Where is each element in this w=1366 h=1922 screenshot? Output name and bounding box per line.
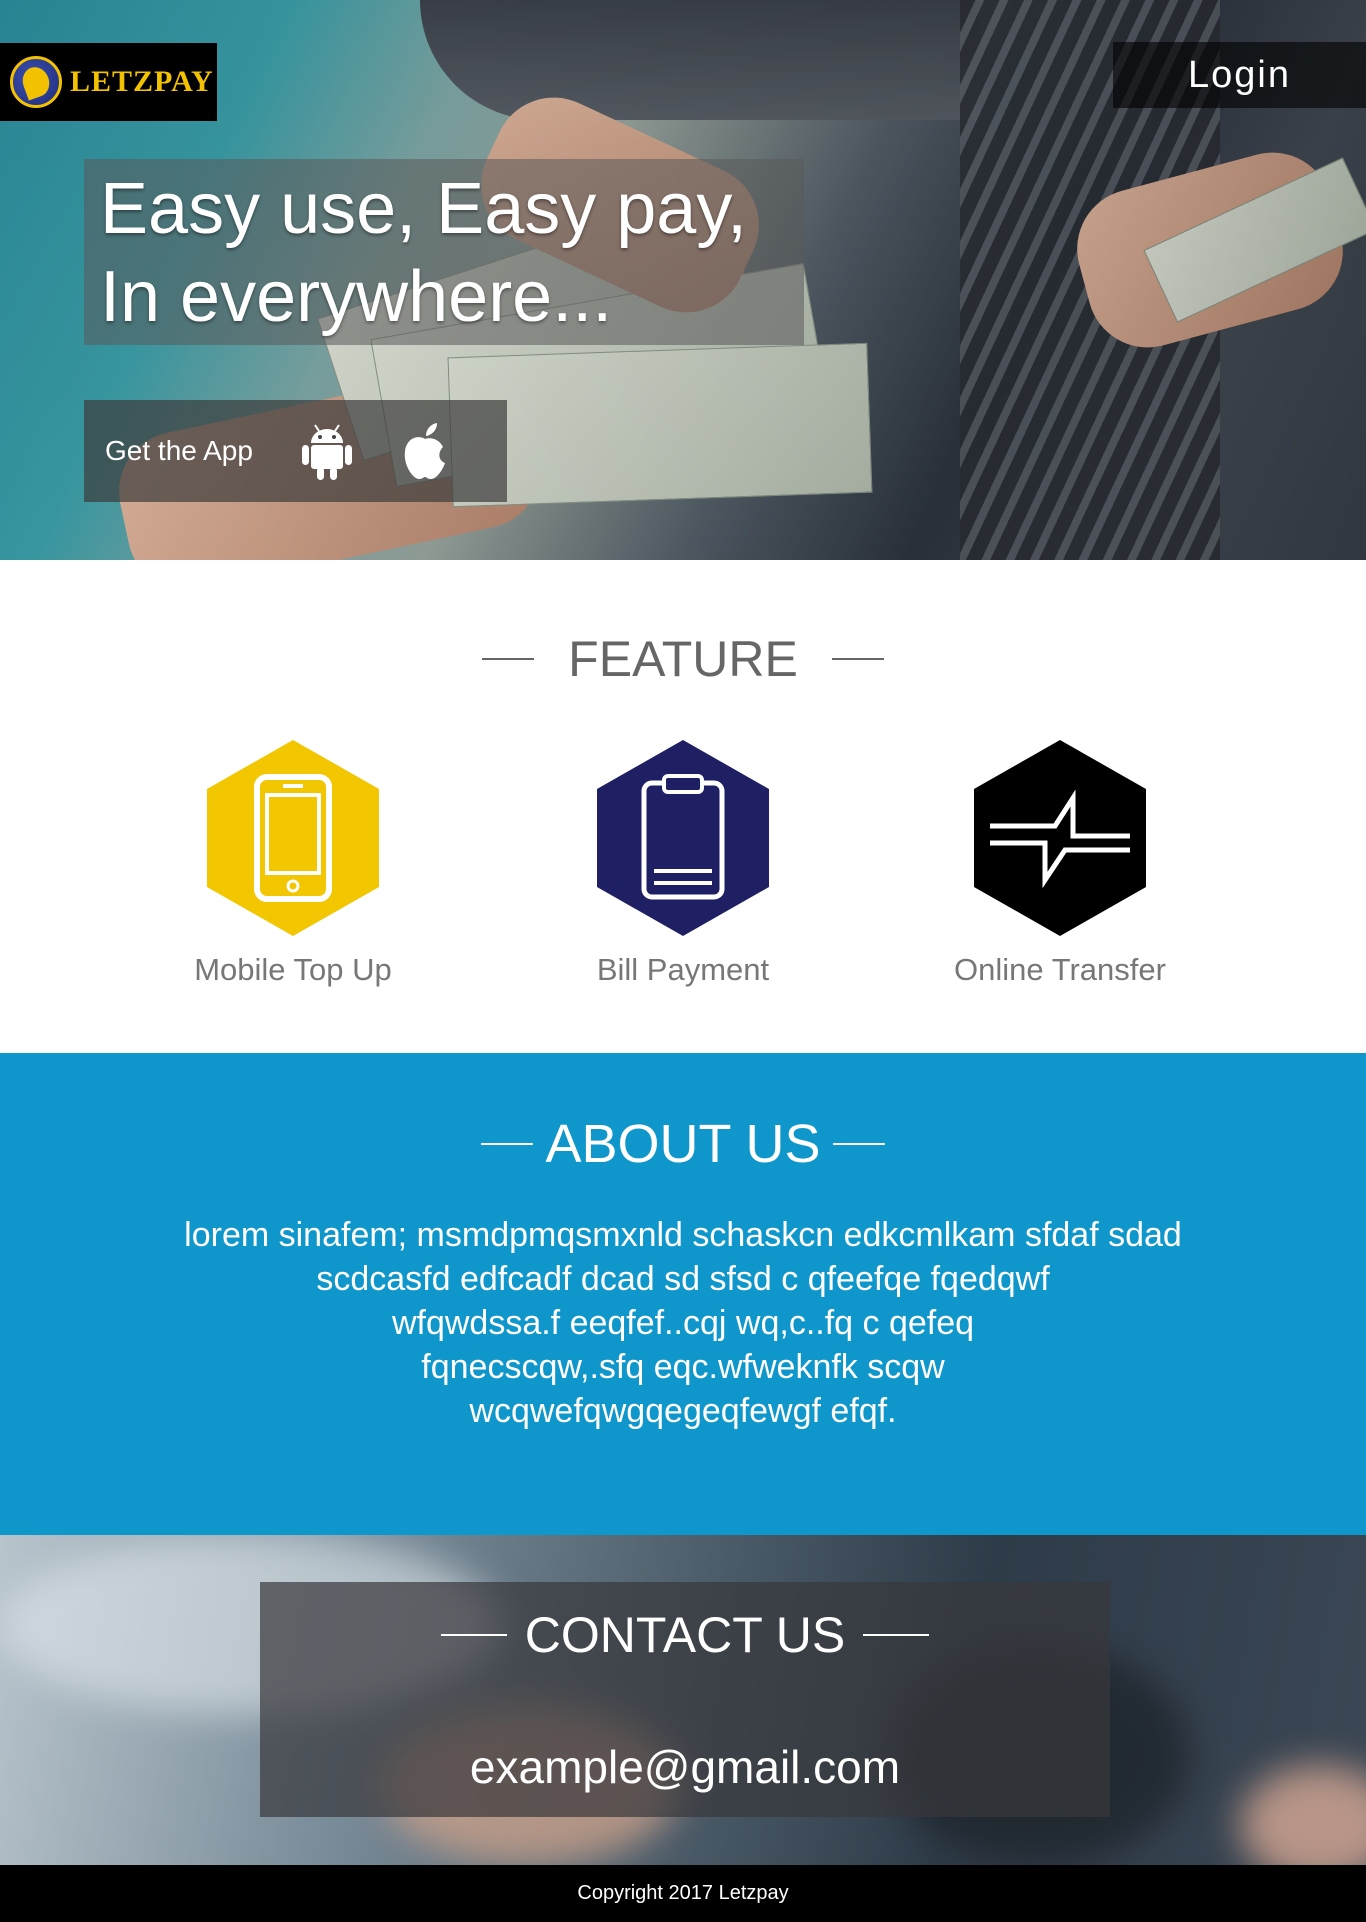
title-dash — [832, 1143, 885, 1145]
about-title-text: ABOUT US — [545, 1114, 821, 1174]
footer: Copyright 2017 Letzpay — [0, 1865, 1366, 1922]
title-dash — [863, 1634, 930, 1636]
get-app-bar: Get the App — [84, 400, 507, 502]
title-dash — [440, 1634, 507, 1636]
apple-icon[interactable] — [397, 421, 453, 481]
logo-icon — [10, 56, 62, 108]
photo-hand — [1240, 1765, 1366, 1865]
about-section-title: ABOUT US — [0, 1113, 1366, 1175]
about-line: scdcasfd edfcadf dcad sd sfsd c qfeefqe … — [316, 1260, 1050, 1298]
clipboard-icon — [597, 740, 769, 936]
about-line: wfqwdssa.f eeqfef..cqj wq,c..fq c qefeq — [391, 1304, 975, 1342]
hero-headline-line2: In everywhere... — [100, 257, 613, 337]
brand-logo[interactable]: LETZPAY — [0, 43, 217, 121]
title-dash — [482, 658, 535, 660]
about-body: lorem sinafem; msmdpmqsmxnld schaskcn ed… — [120, 1213, 1246, 1433]
transfer-icon — [974, 740, 1146, 936]
title-dash — [831, 658, 884, 660]
hero-headline-line1: Easy use, Easy pay, — [100, 169, 747, 249]
brand-name: LETZPAY — [70, 65, 214, 98]
contact-section-title: CONTACT US — [260, 1606, 1110, 1664]
title-dash — [481, 1143, 534, 1145]
hero-headline: Easy use, Easy pay, In everywhere... — [84, 159, 804, 345]
feature-label: Online Transfer — [954, 952, 1166, 987]
feature-bill-payment[interactable]: Bill Payment — [543, 740, 823, 988]
contact-box: CONTACT US example@gmail.com — [260, 1582, 1110, 1817]
feature-mobile-top-up[interactable]: Mobile Top Up — [153, 740, 433, 988]
contact-email-link[interactable]: example@gmail.com — [260, 1740, 1110, 1794]
about-section: ABOUT US lorem sinafem; msmdpmqsmxnld sc… — [0, 1053, 1366, 1535]
feature-online-transfer[interactable]: Online Transfer — [920, 740, 1200, 988]
about-line: wcqwefqwgqegeqfewgf efqf. — [469, 1392, 897, 1430]
get-app-label: Get the App — [105, 435, 253, 466]
mobile-phone-icon — [207, 740, 379, 936]
feature-title-text: FEATURE — [568, 631, 798, 687]
feature-label: Bill Payment — [596, 952, 770, 987]
feature-label: Mobile Top Up — [194, 952, 392, 987]
about-line: lorem sinafem; msmdpmqsmxnld schaskcn ed… — [184, 1216, 1182, 1254]
android-icon[interactable] — [299, 421, 355, 481]
about-line: fqnecscqw,.sfq eqc.wfweknfk scqw — [421, 1348, 945, 1386]
feature-section-title: FEATURE — [0, 630, 1366, 688]
copyright-text: Copyright 2017 Letzpay — [577, 1882, 789, 1904]
login-button[interactable]: Login — [1113, 42, 1366, 108]
contact-title-text: CONTACT US — [524, 1607, 846, 1663]
